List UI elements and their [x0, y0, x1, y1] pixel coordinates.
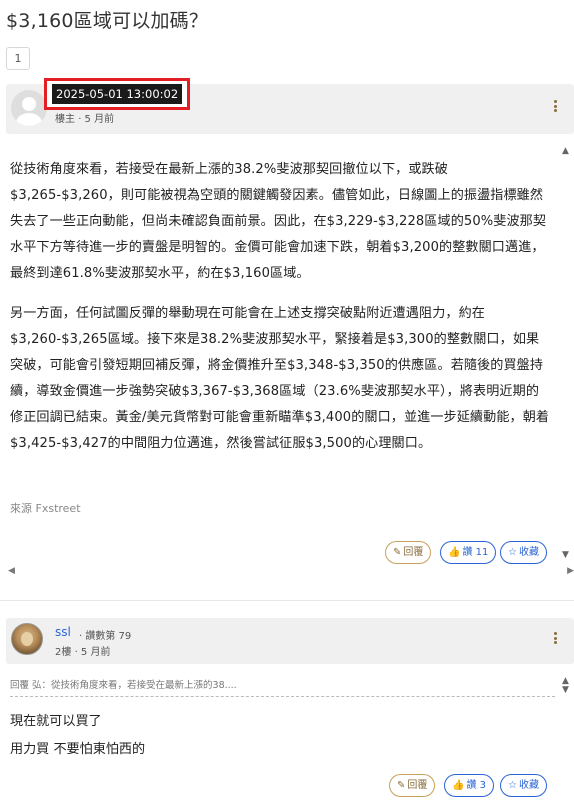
divider: [0, 600, 574, 601]
post-header: 2025-05-01 13:00:02 樓主 · 5 月前: [6, 78, 574, 134]
timestamp: 2025-05-01 13:00:02: [52, 84, 183, 104]
save-button[interactable]: ☆ 收藏: [500, 774, 547, 797]
username-link[interactable]: ssl: [55, 625, 71, 639]
pencil-icon: ✎: [393, 547, 402, 558]
reply-meta: 2樓 · 5 月前: [55, 647, 111, 658]
more-options-icon[interactable]: [554, 632, 558, 646]
reply-line: 用力買 不要怕東怕西的: [10, 742, 146, 757]
scroll-down-arrow-icon[interactable]: ▼: [562, 685, 569, 695]
like-button[interactable]: 👍 讚 3: [444, 774, 494, 797]
thumbs-up-icon: 👍: [452, 780, 465, 791]
time-ago: 5 月前: [84, 114, 115, 125]
post-paragraph: 從技術角度來看，若接受在最新上漲的38.2%斐波那契回撤位以下，或跌破$3,26…: [10, 162, 547, 281]
save-button[interactable]: ☆ 收藏: [500, 541, 547, 564]
post-body: 從技術角度來看，若接受在最新上漲的38.2%斐波那契回撤位以下，或跌破$3,26…: [10, 157, 550, 471]
reply-header: ssl · 讚數第 79 2樓 · 5 月前: [6, 618, 574, 664]
post-paragraph: 另一方面，任何試圖反彈的舉動現在可能會在上述支撐突破點附近遭遇阻力，約在$3,2…: [10, 306, 550, 451]
floor-number: 2樓: [55, 647, 72, 658]
author-role: 樓主: [55, 114, 75, 125]
star-icon: ☆: [508, 547, 517, 558]
reply-body: 現在就可以買了 用力買 不要怕東怕西的: [10, 708, 145, 764]
avatar[interactable]: [11, 623, 43, 655]
post-meta: 樓主 · 5 月前: [55, 114, 115, 125]
user-rank: · 讚數第 79: [79, 631, 132, 642]
page-number-button[interactable]: 1: [6, 47, 30, 70]
scroll-up-arrow-icon[interactable]: ▲: [562, 146, 569, 156]
thumbs-up-icon: 👍: [448, 547, 461, 558]
like-button[interactable]: 👍 讚 11: [440, 541, 497, 564]
time-ago: 5 月前: [80, 647, 111, 658]
reply-line: 現在就可以買了: [10, 714, 102, 729]
horizontal-scrollbar[interactable]: ◀ ▶: [6, 566, 574, 578]
reply-button[interactable]: ✎ 回覆: [389, 774, 436, 797]
scroll-down-arrow-icon[interactable]: ▼: [562, 550, 569, 560]
timestamp-highlight: 2025-05-01 13:00:02: [44, 78, 191, 110]
reply-button[interactable]: ✎ 回覆: [385, 541, 432, 564]
scroll-right-arrow-icon[interactable]: ▶: [567, 566, 574, 576]
star-icon: ☆: [508, 780, 517, 791]
scroll-left-arrow-icon[interactable]: ◀: [8, 566, 15, 576]
post-source: 來源 Fxstreet: [10, 502, 81, 515]
thread-title: $3,160區域可以加碼？: [6, 10, 209, 32]
quoted-reply[interactable]: 回覆 弘：從技術角度來看，若接受在最新上漲的38....: [10, 677, 555, 697]
pencil-icon: ✎: [397, 780, 406, 791]
avatar[interactable]: [11, 90, 47, 126]
more-options-icon[interactable]: [554, 100, 558, 114]
